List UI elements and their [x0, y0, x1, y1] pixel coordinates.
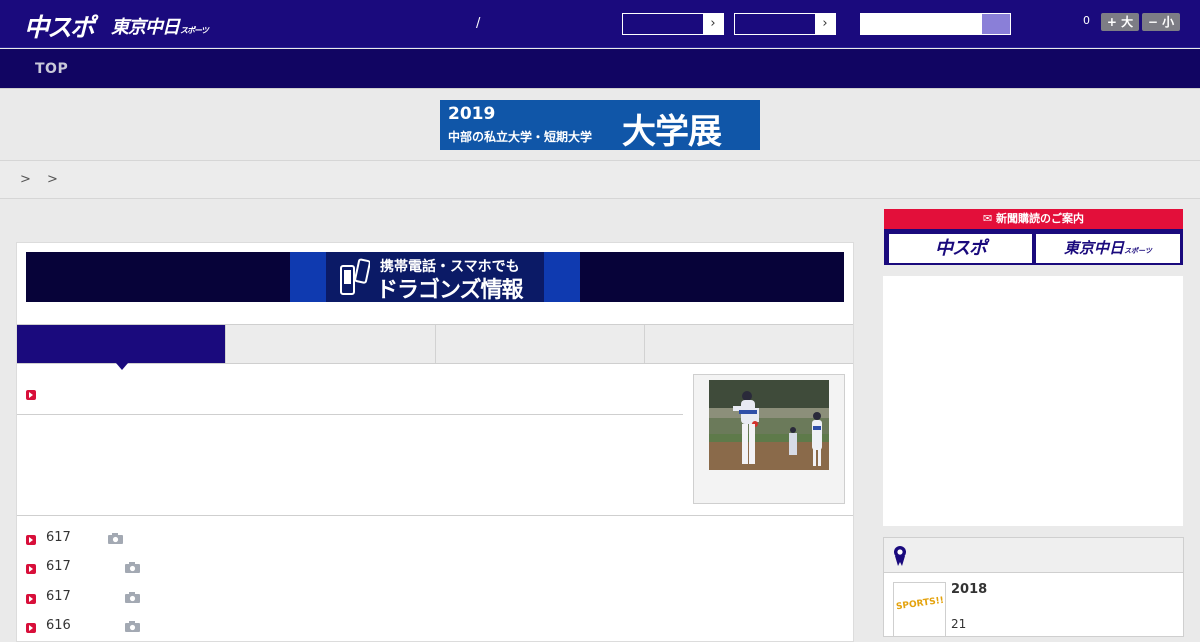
- ad-slot[interactable]: [883, 276, 1183, 526]
- category-select-1[interactable]: ›: [622, 13, 724, 35]
- subscribe-tokyo-button[interactable]: 東京中日スポーツ: [1036, 234, 1180, 263]
- subscription-header-text: 新聞購読のご案内: [996, 212, 1085, 225]
- site-header: 中スポ 東京中日スポーツ / › › 0 + 大 − 小: [0, 0, 1200, 48]
- ranking-header: [884, 538, 1183, 573]
- subscribe-tokyo-text: 東京中日: [1064, 239, 1125, 257]
- subscription-header: ✉ 新聞購読のご案内: [884, 209, 1183, 229]
- camera-icon: [125, 562, 140, 573]
- font-size-minus-button[interactable]: − 小: [1142, 13, 1180, 31]
- font-size-value: 0: [1083, 14, 1090, 27]
- ranking-year[interactable]: 2018: [951, 582, 987, 597]
- tokyo-logo-suffix: スポーツ: [180, 26, 209, 35]
- promo-title: 大学展: [622, 112, 722, 152]
- promo-year: 2019: [448, 104, 496, 124]
- chevron-right-icon: ›: [703, 14, 723, 34]
- camera-icon: [125, 621, 140, 632]
- breadcrumb-text[interactable]: > >: [20, 172, 64, 187]
- tab-1[interactable]: [17, 325, 226, 370]
- news-item-date: 617: [46, 530, 71, 545]
- thumbnail-logo-text: SPORTS!!: [895, 595, 945, 613]
- play-arrow-icon: [26, 623, 36, 633]
- font-size-plus-button[interactable]: + 大: [1101, 13, 1139, 31]
- dragons-mobile-banner[interactable]: 携帯電話・スマホでも ドラゴンズ情報: [26, 252, 844, 302]
- newspaper-icon: ✉: [982, 212, 993, 225]
- news-item[interactable]: 616: [26, 618, 426, 638]
- news-item[interactable]: 617: [26, 589, 426, 609]
- ranking-number: 21: [951, 617, 967, 631]
- header-slash: /: [476, 16, 481, 31]
- news-tabs: [17, 324, 853, 370]
- global-nav: TOP: [0, 49, 1200, 89]
- news-item-date: 616: [46, 618, 71, 633]
- main-panel: 携帯電話・スマホでも ドラゴンズ情報 617 617 617 616: [16, 242, 854, 642]
- camera-icon: [125, 592, 140, 603]
- baseball-pitcher-photo: [709, 380, 829, 470]
- subscribe-chuspo-button[interactable]: 中スポ: [889, 234, 1032, 263]
- camera-icon: [108, 533, 123, 544]
- nav-item-top[interactable]: TOP: [35, 61, 68, 77]
- tab-2[interactable]: [227, 325, 436, 363]
- banner-inner: 携帯電話・スマホでも ドラゴンズ情報: [326, 252, 544, 302]
- university-fair-banner[interactable]: 2019 中部の私立大学・短期大学 大学展: [440, 100, 760, 152]
- tab-3[interactable]: [436, 325, 645, 363]
- chevron-right-icon: ›: [815, 14, 835, 34]
- promo-subtitle: 中部の私立大学・短期大学: [448, 130, 593, 144]
- subscribe-tokyo-suffix: スポーツ: [1124, 247, 1152, 255]
- play-arrow-icon: [26, 535, 36, 545]
- news-item-date: 617: [46, 559, 71, 574]
- chuspo-logo[interactable]: 中スポ: [24, 8, 95, 44]
- ranking-thumbnail[interactable]: SPORTS!!: [893, 582, 946, 637]
- breadcrumb: > >: [0, 160, 1200, 199]
- tokyo-logo-text: 東京中日: [111, 17, 180, 38]
- play-arrow-icon: [26, 390, 36, 400]
- search-input[interactable]: [860, 13, 1011, 35]
- divider: [17, 515, 853, 516]
- category-select-2[interactable]: ›: [734, 13, 836, 35]
- news-item-date: 617: [46, 589, 71, 604]
- play-arrow-icon: [26, 594, 36, 604]
- tokyo-chunichi-logo[interactable]: 東京中日スポーツ: [111, 13, 209, 39]
- search-button[interactable]: [982, 14, 1010, 34]
- subscription-box: ✉ 新聞購読のご案内 中スポ 東京中日スポーツ: [884, 209, 1183, 265]
- lead-photo-box[interactable]: [693, 374, 845, 504]
- ranking-box: SPORTS!! 2018 21: [883, 537, 1184, 637]
- play-arrow-icon: [26, 564, 36, 574]
- tab-4[interactable]: [645, 325, 853, 363]
- award-ribbon-icon: [894, 546, 906, 566]
- news-item[interactable]: 617: [26, 559, 426, 579]
- banner-line-2: ドラゴンズ情報: [376, 278, 524, 302]
- news-item[interactable]: 617: [26, 530, 426, 550]
- mobile-phone-icon: [340, 258, 370, 295]
- divider: [17, 414, 683, 415]
